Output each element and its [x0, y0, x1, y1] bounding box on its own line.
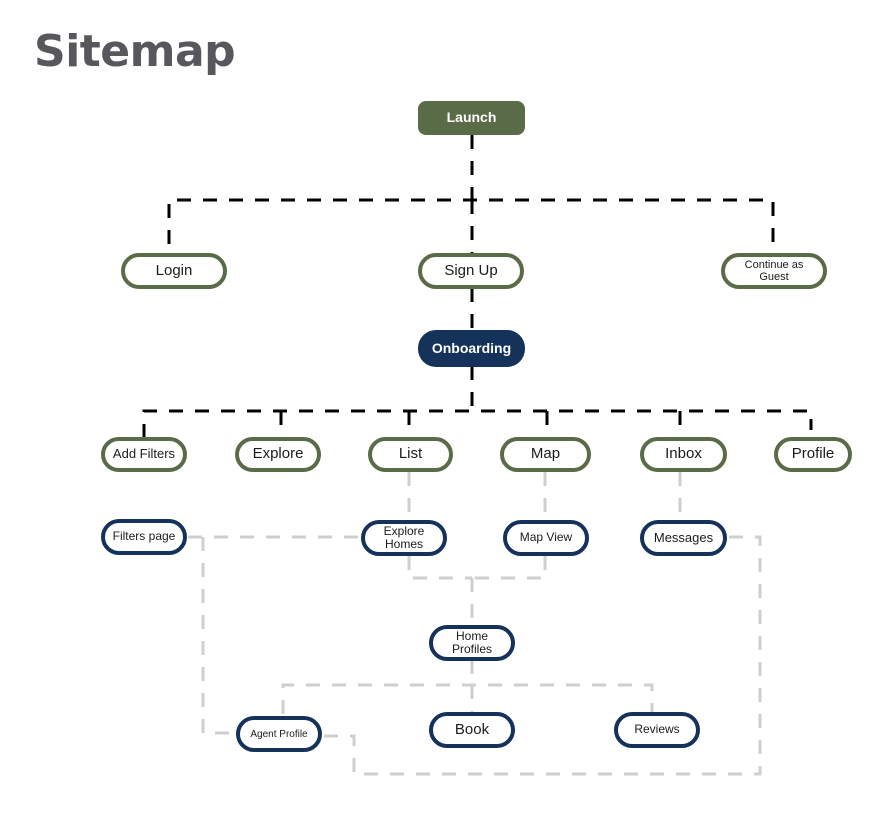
node-profile[interactable]: Profile: [774, 437, 852, 472]
node-inbox[interactable]: Inbox: [640, 437, 727, 472]
node-reviews[interactable]: Reviews: [614, 712, 700, 748]
link-filters-agent: [201, 537, 236, 735]
link-mapview-down: [472, 556, 547, 580]
link-homeprofiles-bar: [281, 683, 654, 714]
node-map-view[interactable]: Map View: [503, 520, 589, 556]
node-book[interactable]: Book: [429, 712, 515, 748]
node-continue-as-guest[interactable]: Continue as Guest: [721, 253, 827, 289]
link-onboarding-bar: [142, 409, 813, 438]
node-onboarding[interactable]: Onboarding: [418, 330, 525, 367]
node-messages[interactable]: Messages: [640, 520, 727, 556]
link-explorehomes-down: [407, 556, 472, 580]
node-home-profiles[interactable]: Home Profiles: [429, 625, 515, 661]
node-filters-page[interactable]: Filters page: [101, 519, 187, 555]
node-login[interactable]: Login: [121, 253, 227, 289]
node-launch[interactable]: Launch: [418, 101, 525, 135]
node-map[interactable]: Map: [500, 437, 591, 472]
node-add-filters[interactable]: Add Filters: [101, 437, 187, 472]
node-explore-homes[interactable]: Explore Homes: [361, 520, 447, 556]
node-list[interactable]: List: [368, 437, 453, 472]
node-sign-up[interactable]: Sign Up: [418, 253, 524, 289]
node-explore[interactable]: Explore: [235, 437, 321, 472]
node-agent-profile[interactable]: Agent Profile: [236, 716, 322, 752]
